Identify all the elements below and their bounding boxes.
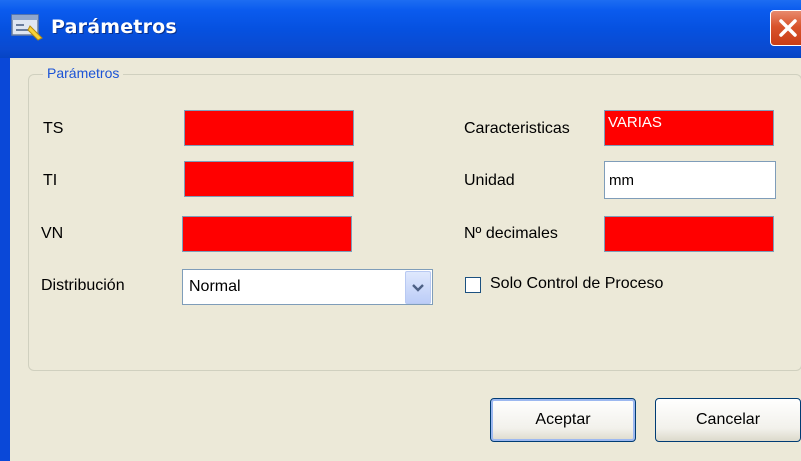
unidad-input[interactable]: mm — [604, 161, 776, 199]
caracteristicas-label: Caracteristicas — [464, 120, 570, 137]
solo-control-checkbox[interactable] — [465, 277, 481, 293]
solo-control-label[interactable]: Solo Control de Proceso — [490, 275, 663, 293]
ti-input[interactable] — [184, 161, 354, 197]
dialog-body: Parámetros TS TI VN Distribución Normal … — [10, 58, 801, 461]
window-title: Parámetros — [51, 16, 177, 38]
distribucion-label: Distribución — [41, 277, 125, 294]
unidad-label: Unidad — [464, 172, 515, 189]
caracteristicas-input[interactable]: VARIAS — [604, 110, 774, 146]
vn-input[interactable] — [182, 216, 352, 252]
vn-label: VN — [41, 225, 64, 242]
ts-label: TS — [43, 120, 64, 137]
ti-label: TI — [43, 172, 58, 189]
close-icon — [779, 19, 797, 37]
dialog-window: Parámetros Parámetros TS TI VN Distribuc… — [0, 0, 801, 461]
cancel-button[interactable]: Cancelar — [655, 398, 801, 442]
group-legend: Parámetros — [43, 65, 124, 81]
decimales-label: Nº decimales — [464, 225, 558, 242]
ts-input[interactable] — [184, 110, 354, 146]
distribucion-select[interactable]: Normal — [182, 269, 433, 305]
close-button[interactable] — [770, 10, 801, 46]
accept-button[interactable]: Aceptar — [490, 398, 636, 442]
dropdown-button[interactable] — [405, 271, 431, 304]
settings-form-icon — [10, 12, 44, 42]
distribucion-value: Normal — [189, 278, 241, 295]
chevron-down-icon — [412, 284, 424, 292]
decimales-input[interactable] — [604, 216, 774, 252]
title-bar[interactable]: Parámetros — [0, 0, 801, 58]
